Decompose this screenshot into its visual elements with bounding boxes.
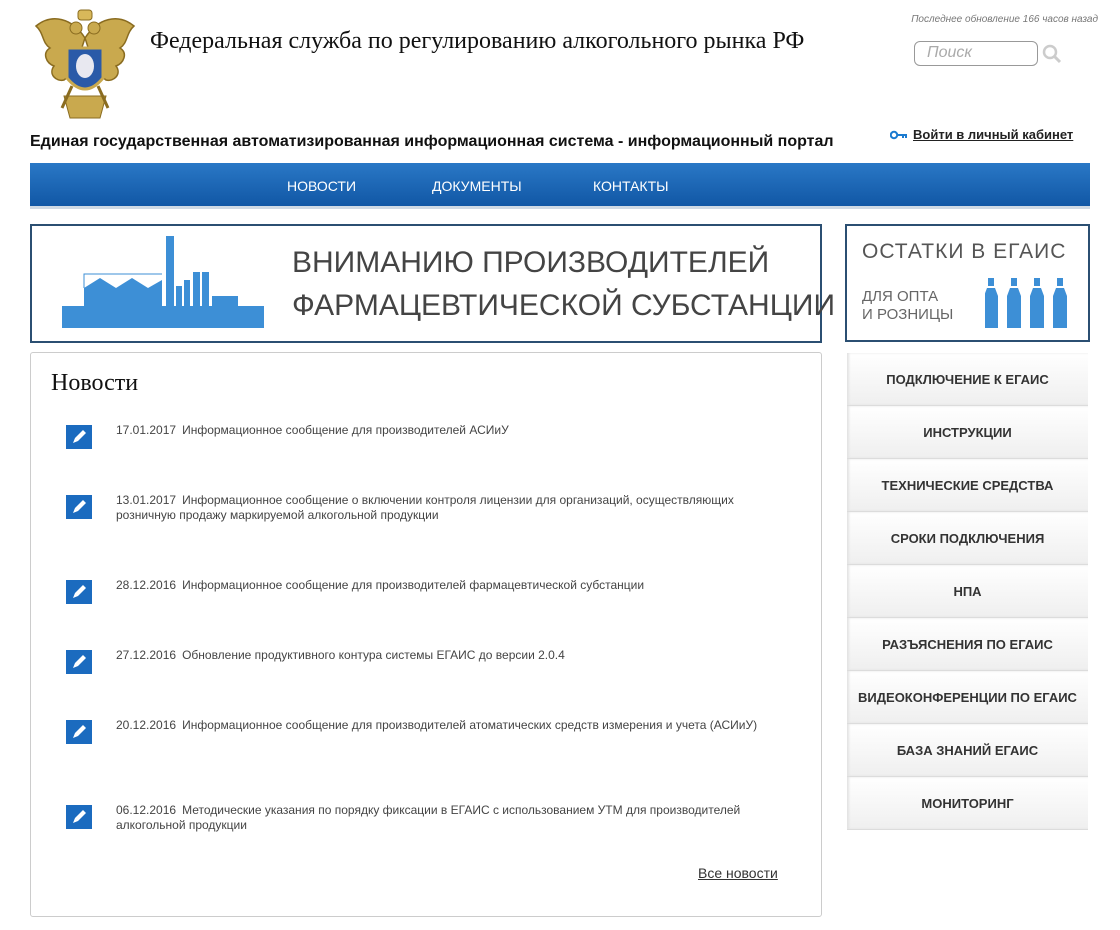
search-icon[interactable] (1042, 44, 1062, 64)
side-item-npa[interactable]: НПА (847, 565, 1088, 618)
pen-icon (66, 580, 92, 604)
news-date: 06.12.2016 (116, 803, 177, 817)
news-title: Новости (51, 370, 139, 396)
stock-title: ОСТАТКИ В ЕГАИС (862, 240, 1067, 263)
side-menu: ПОДКЛЮЧЕНИЕ К ЕГАИС ИНСТРУКЦИИ ТЕХНИЧЕСК… (847, 353, 1088, 830)
stock-line-1: ДЛЯ ОПТА (862, 288, 939, 305)
bottles-icon (985, 278, 1067, 328)
side-item-connection[interactable]: ПОДКЛЮЧЕНИЕ К ЕГАИС (847, 353, 1088, 406)
news-date: 28.12.2016 (116, 578, 177, 592)
side-item-deadlines[interactable]: СРОКИ ПОДКЛЮЧЕНИЯ (847, 512, 1088, 565)
side-item-hardware[interactable]: ТЕХНИЧЕСКИЕ СРЕДСТВА (847, 459, 1088, 512)
pen-icon (66, 720, 92, 744)
side-item-knowledge-base[interactable]: БАЗА ЗНАНИЙ ЕГАИС (847, 724, 1088, 777)
nav-item-documents[interactable]: ДОКУМЕНТЫ (432, 178, 522, 194)
banner-line-1: ВНИМАНИЮ ПРОИЗВОДИТЕЛЕЙ (292, 246, 770, 279)
news-headline[interactable]: Информационное сообщение о включении кон… (116, 493, 734, 522)
side-item-clarifications[interactable]: РАЗЪЯСНЕНИЯ ПО ЕГАИС (847, 618, 1088, 671)
main-nav: НОВОСТИ ДОКУМЕНТЫ КОНТАКТЫ (30, 163, 1090, 209)
news-item[interactable]: 27.12.2016 Обновление продуктивного конту… (66, 648, 786, 674)
news-headline[interactable]: Обновление продуктивного контура системы… (182, 648, 565, 662)
news-headline[interactable]: Информационное сообщение для производите… (182, 718, 757, 732)
news-date: 13.01.2017 (116, 493, 177, 507)
news-item[interactable]: 13.01.2017 Информационное сообщение о вкл… (66, 493, 786, 523)
pharma-banner[interactable]: ВНИМАНИЮ ПРОИЗВОДИТЕЛЕЙ ФАРМАЦЕВТИЧЕСКОЙ… (30, 224, 835, 343)
stock-box[interactable]: ОСТАТКИ В ЕГАИС ДЛЯ ОПТА И РОЗНИЦЫ (845, 224, 1090, 342)
side-item-videoconferences[interactable]: ВИДЕОКОНФЕРЕНЦИИ ПО ЕГАИС (847, 671, 1088, 724)
last-update-text: Последнее обновление 166 часов назад (911, 14, 1098, 25)
nav-item-contacts[interactable]: КОНТАКТЫ (593, 178, 669, 194)
search-input[interactable]: Поиск (914, 41, 1038, 66)
news-item[interactable]: 28.12.2016 Информационное сообщение для п… (66, 578, 786, 604)
nav-item-news[interactable]: НОВОСТИ (287, 178, 356, 194)
all-news-link[interactable]: Все новости (698, 865, 778, 881)
factory-icon (62, 236, 264, 328)
stock-subtitle: ДЛЯ ОПТА И РОЗНИЦЫ (862, 288, 953, 324)
key-icon (890, 130, 907, 139)
news-headline[interactable]: Информационное сообщение для производите… (182, 423, 509, 437)
news-panel: Новости 17.01.2017 Информационное сообщен… (30, 352, 822, 917)
news-headline[interactable]: Информационное сообщение для производите… (182, 578, 644, 592)
news-item[interactable]: 17.01.2017 Информационное сообщение для п… (66, 423, 786, 449)
pen-icon (66, 650, 92, 674)
news-headline[interactable]: Методические указания по порядку фиксаци… (116, 803, 740, 832)
stock-line-2: И РОЗНИЦЫ (862, 306, 954, 323)
news-item[interactable]: 20.12.2016 Информационное сообщение для п… (66, 718, 786, 744)
news-date: 17.01.2017 (116, 423, 177, 437)
portal-title: Единая государственная автоматизированна… (30, 133, 834, 150)
side-item-instructions[interactable]: ИНСТРУКЦИИ (847, 406, 1088, 459)
side-item-monitoring[interactable]: МОНИТОРИНГ (847, 777, 1088, 830)
pen-icon (66, 425, 92, 449)
login-link[interactable]: Войти в личный кабинет (890, 127, 1073, 142)
banner-line-2: ФАРМАЦЕВТИЧЕСКОЙ СУБСТАНЦИИ (292, 289, 836, 322)
news-item[interactable]: 06.12.2016 Методические указания по поряд… (66, 803, 786, 833)
login-label[interactable]: Войти в личный кабинет (913, 127, 1073, 142)
news-date: 27.12.2016 (116, 648, 177, 662)
news-date: 20.12.2016 (116, 718, 177, 732)
emblem-logo[interactable] (32, 8, 138, 124)
site-title: Федеральная служба по регулированию алко… (150, 28, 805, 54)
pen-icon (66, 805, 92, 829)
pen-icon (66, 495, 92, 519)
